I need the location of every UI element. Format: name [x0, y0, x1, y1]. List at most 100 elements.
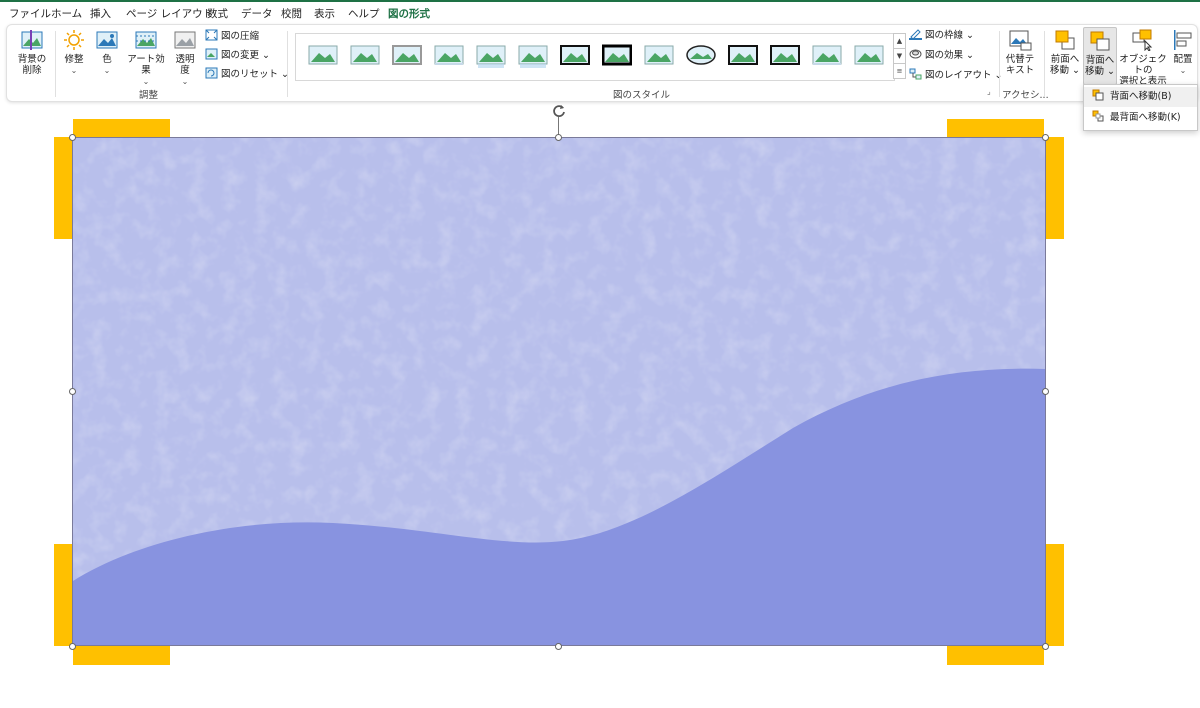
- resize-handle-bottom-right[interactable]: [1042, 643, 1049, 650]
- picture-layout-button[interactable]: 図のレイアウト ⌄: [909, 68, 1003, 84]
- resize-handle-top-right[interactable]: [1042, 134, 1049, 141]
- alt-text-icon: [1009, 30, 1032, 51]
- picture-style-thumb[interactable]: [434, 44, 464, 68]
- yellow-bracket-top-left: [73, 119, 170, 137]
- picture-style-thumb[interactable]: [601, 44, 633, 68]
- chevron-down-icon: ⌄: [1072, 65, 1080, 76]
- picture-style-thumb[interactable]: [854, 44, 884, 68]
- yellow-bracket-bottom-left: [73, 646, 170, 665]
- picture-style-thumb[interactable]: [686, 44, 716, 68]
- picture-styles-gallery[interactable]: [295, 33, 895, 81]
- remove-background-button[interactable]: 背景の 削除: [13, 29, 51, 76]
- gallery-more-button[interactable]: ≡: [893, 63, 906, 79]
- tab-help[interactable]: ヘルプ: [348, 6, 380, 21]
- picture-color-icon: [96, 31, 118, 49]
- tab-file[interactable]: ファイル: [9, 6, 51, 21]
- alt-text-button[interactable]: 代替テ キスト: [1003, 29, 1037, 76]
- dialog-launcher-icon[interactable]: ⌟: [987, 87, 991, 96]
- separator: [55, 31, 56, 97]
- selected-picture[interactable]: [72, 137, 1046, 646]
- picture-style-thumb[interactable]: [812, 44, 842, 68]
- compress-pictures-button[interactable]: 図の圧縮: [205, 29, 259, 45]
- rotate-icon: [553, 105, 565, 117]
- yellow-bracket-top-left-side: [54, 137, 72, 239]
- tab-view[interactable]: 表示: [314, 6, 335, 21]
- wave-picture: [73, 138, 1045, 645]
- separator: [287, 31, 288, 97]
- chevron-down-icon: ⌄: [966, 30, 975, 41]
- yellow-bracket-bottom-right: [947, 646, 1044, 665]
- bring-forward-icon: [1055, 30, 1075, 50]
- picture-style-thumb[interactable]: [770, 44, 800, 68]
- resize-handle-bottom[interactable]: [555, 643, 562, 650]
- ribbon-tab-bar: ファイル ホーム 挿入 ページ レイアウト 数式 データ 校閲 表示 ヘルプ 図…: [0, 0, 1200, 26]
- color-button[interactable]: 色 ⌄: [93, 29, 121, 76]
- reset-picture-button[interactable]: 図のリセット ⌄: [205, 67, 289, 83]
- title-accent-line: [0, 0, 1200, 2]
- tab-home[interactable]: ホーム: [51, 6, 82, 21]
- effects-icon: [909, 49, 922, 59]
- picture-style-thumb[interactable]: [308, 44, 338, 68]
- chevron-down-icon: ⌄: [103, 66, 111, 75]
- yellow-bracket-bottom-left-side: [54, 544, 72, 646]
- align-button[interactable]: 配置 ⌄: [1171, 29, 1195, 76]
- selection-pane-button[interactable]: オブジェクトの 選択と表示: [1117, 29, 1169, 87]
- tab-page-layout[interactable]: ページ レイアウト: [126, 6, 213, 21]
- rotate-handle[interactable]: [551, 103, 567, 119]
- tab-data[interactable]: データ: [241, 6, 273, 21]
- picture-style-thumb[interactable]: [350, 44, 380, 68]
- chevron-down-icon: ⌄: [142, 77, 150, 86]
- resize-handle-right[interactable]: [1042, 388, 1049, 395]
- remove-background-icon: [21, 30, 43, 50]
- yellow-bracket-top-right: [947, 119, 1044, 137]
- picture-effects-button[interactable]: 図の効果 ⌄: [909, 48, 974, 64]
- picture-style-thumb[interactable]: [392, 44, 422, 68]
- chevron-down-icon: ⌄: [181, 77, 189, 86]
- artistic-effects-icon: [135, 31, 157, 49]
- reset-picture-icon: [205, 67, 218, 79]
- ribbon-panel: 背景の 削除 修整 ⌄ 色 ⌄ アート効果 ⌄ 透明 度 ⌄ 図の圧縮 図の変更…: [6, 24, 1198, 102]
- sun-icon: [64, 30, 84, 50]
- tab-review[interactable]: 校閲: [281, 6, 302, 21]
- corrections-button[interactable]: 修整 ⌄: [60, 29, 88, 76]
- compress-icon: [205, 29, 218, 41]
- resize-handle-left[interactable]: [69, 388, 76, 395]
- picture-border-button[interactable]: 図の枠線 ⌄: [909, 28, 974, 44]
- group-label-adjust: 調整: [139, 90, 159, 101]
- resize-handle-bottom-left[interactable]: [69, 643, 76, 650]
- change-picture-icon: [205, 48, 218, 60]
- gallery-scroll-up[interactable]: ▲: [893, 33, 906, 49]
- resize-handle-top-left[interactable]: [69, 134, 76, 141]
- tab-picture-format[interactable]: 図の形式: [388, 6, 430, 26]
- artistic-effects-button[interactable]: アート効果 ⌄: [123, 29, 169, 87]
- yellow-bracket-bottom-right-side: [1046, 544, 1064, 646]
- resize-handle-top[interactable]: [555, 134, 562, 141]
- tab-insert[interactable]: 挿入: [90, 6, 111, 21]
- group-label-picture-styles: 図のスタイル: [613, 90, 671, 101]
- send-backward-icon: [1090, 31, 1110, 51]
- picture-style-thumb[interactable]: [560, 44, 590, 68]
- send-backward-button[interactable]: 背面へ 移動 ⌄: [1083, 27, 1117, 85]
- transparency-icon: [174, 31, 196, 49]
- chevron-down-icon: ⌄: [1107, 66, 1115, 77]
- chevron-down-icon: ⌄: [262, 50, 271, 61]
- separator: [999, 31, 1000, 97]
- layout-icon: [909, 68, 922, 80]
- tab-formulas[interactable]: 数式: [207, 6, 228, 21]
- picture-style-thumb[interactable]: [644, 44, 674, 68]
- separator: [1044, 31, 1045, 97]
- change-picture-button[interactable]: 図の変更 ⌄: [205, 48, 270, 64]
- selection-pane-icon: [1132, 29, 1153, 51]
- picture-style-thumb[interactable]: [518, 44, 548, 68]
- yellow-bracket-top-right-side: [1046, 137, 1064, 239]
- chevron-down-icon: ⌄: [70, 66, 78, 75]
- gallery-scroll-down[interactable]: ▼: [893, 48, 906, 64]
- bring-forward-button[interactable]: 前面へ 移動 ⌄: [1049, 29, 1081, 76]
- transparency-button[interactable]: 透明 度 ⌄: [171, 29, 199, 87]
- picture-style-thumb[interactable]: [728, 44, 758, 68]
- group-label-accessibility: アクセシ...: [1002, 90, 1049, 101]
- pen-icon: [909, 29, 922, 40]
- chevron-down-icon: ⌄: [1179, 66, 1187, 75]
- picture-style-thumb[interactable]: [476, 44, 506, 68]
- chevron-down-icon: ⌄: [966, 50, 975, 61]
